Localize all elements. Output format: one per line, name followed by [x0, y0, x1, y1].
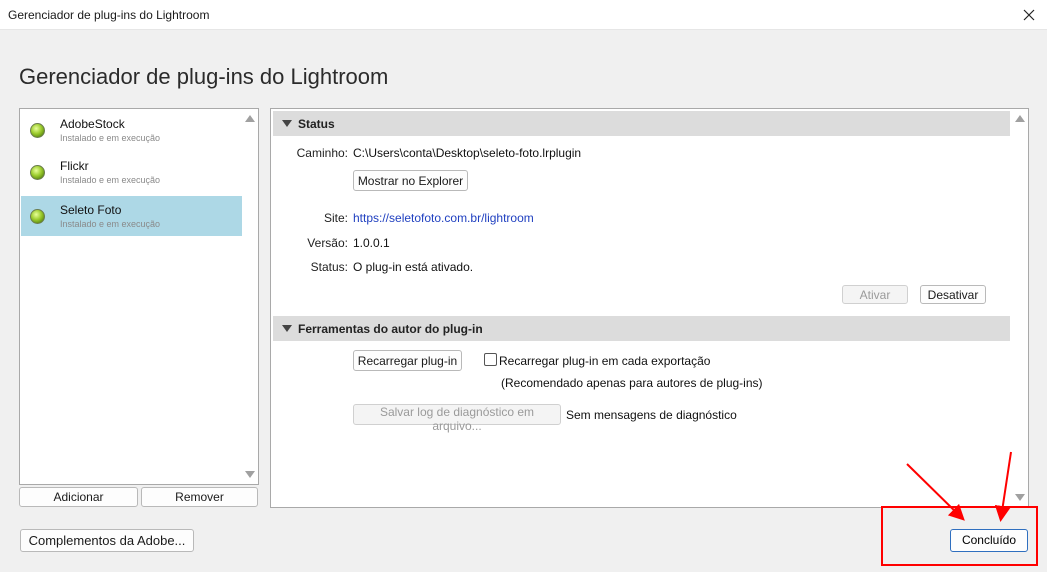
annotation-arrows [906, 451, 1012, 522]
annotation-arrow-left [906, 463, 965, 521]
annotation-arrow-right [994, 451, 1012, 522]
